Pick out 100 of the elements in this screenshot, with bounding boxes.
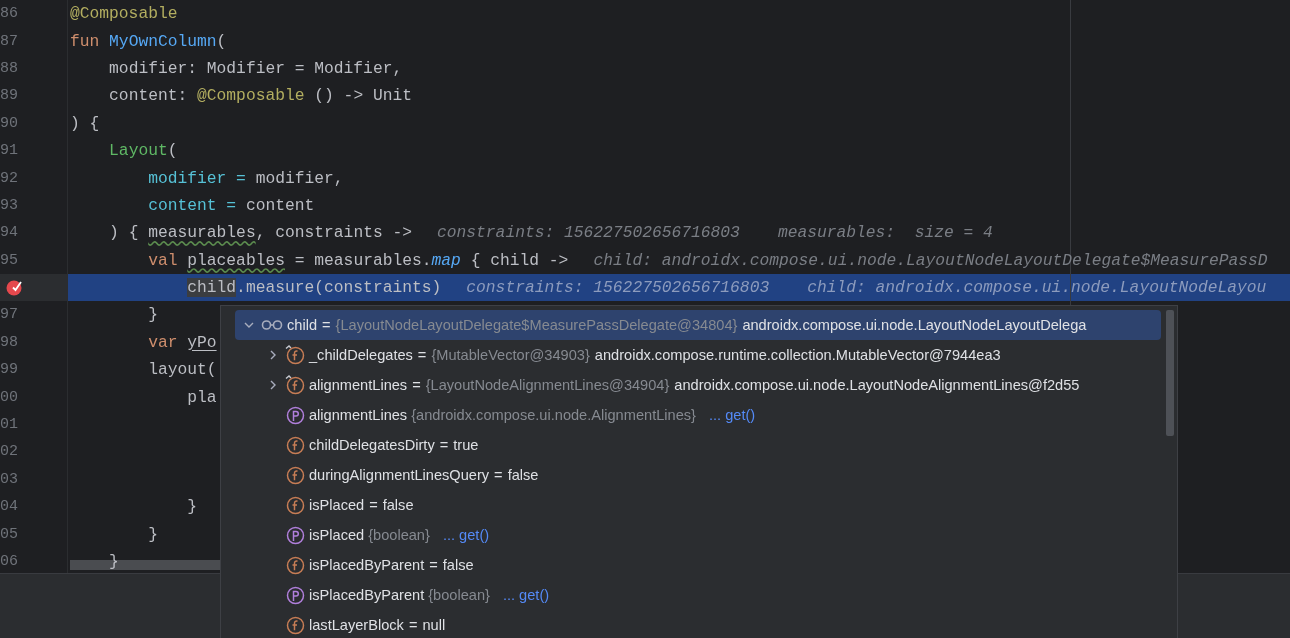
variable-value: null: [422, 617, 446, 633]
variable-name: isPlacedByParent: [309, 557, 425, 573]
line-number: 91: [0, 142, 18, 160]
tree-row[interactable]: duringAlignmentLinesQuery = false: [235, 460, 1161, 490]
code-token: content:: [109, 86, 189, 106]
line-number: 00: [0, 388, 18, 406]
tree-row[interactable]: child = {LayoutNodeLayoutDelegate$MeasurePassDelegate@34804} androidx.compose.ui.node.LayoutNodeLayoutDelega: [235, 310, 1161, 340]
type-label: {LayoutNodeLayoutDelegate$MeasurePassDelegate@34804}: [335, 317, 738, 333]
code-token: modifier =: [148, 168, 246, 188]
code-token: .measure(constraints): [236, 278, 442, 298]
tree-row[interactable]: isPlaced {boolean} ... get(): [235, 520, 1161, 550]
line-number: 87: [0, 32, 18, 50]
equals-sign: =: [494, 467, 503, 483]
code-token: modifier,: [255, 168, 344, 188]
code-token: fun: [70, 31, 101, 51]
code-token: (: [216, 31, 227, 51]
code-token: content: [245, 195, 315, 215]
line-number: 89: [0, 87, 18, 105]
tree-row[interactable]: _childDelegates = {MutableVector@34903} androidx.compose.runtime.collection.MutableVector@7944ea3: [235, 340, 1161, 370]
type-label: {boolean}: [368, 527, 430, 543]
code-token: MyOwnColumn: [109, 31, 217, 51]
variable-name: isPlaced: [309, 497, 365, 513]
variable-value: androidx.compose.ui.node.LayoutNodeLayoutDelega: [742, 317, 1087, 333]
tree-row[interactable]: isPlacedByParent = false: [235, 550, 1161, 580]
code-token: }: [187, 497, 198, 517]
type-label: {LayoutNodeAlignmentLines@34904}: [425, 377, 670, 393]
line-number: 99: [0, 361, 18, 379]
tree-row[interactable]: childDelegatesDirty = true: [235, 430, 1161, 460]
code-token: content =: [148, 195, 237, 215]
code-token: }: [148, 524, 158, 544]
line-number: 06: [0, 553, 18, 570]
tree-row[interactable]: lastLayerBlock = null: [235, 610, 1161, 638]
code-token: = measurables.: [294, 250, 432, 270]
tree-row[interactable]: alignmentLines {androidx.compose.ui.node.AlignmentLines} ... get(): [235, 400, 1161, 430]
code-token: measurables: [148, 223, 256, 243]
inline-value-hint: child: androidx.compose.ui.node.LayoutNodeLayoutDelegate$MeasurePassD: [593, 250, 1268, 270]
equals-sign: =: [369, 497, 378, 513]
type-label: {boolean}: [428, 587, 490, 603]
variable-name: isPlaced: [309, 527, 365, 543]
getter-link[interactable]: ... get(): [502, 587, 550, 603]
line-number: 92: [0, 169, 18, 187]
code-token: var: [148, 332, 179, 352]
equals-sign: =: [439, 437, 449, 453]
variable-name: alignmentLines: [309, 407, 408, 423]
tree-row[interactable]: isPlaced = false: [235, 490, 1161, 520]
code-token: , constraints ->: [255, 223, 412, 243]
variable-value: false: [442, 557, 474, 573]
equals-sign: =: [429, 557, 438, 573]
code-token: () -> Unit: [314, 86, 412, 106]
inline-value-hint: measurables: size = 4: [777, 223, 993, 243]
code-token: modifier: Modifier = Modifier,: [109, 58, 403, 78]
variable-value: false: [382, 497, 414, 513]
code-token: ) {: [109, 223, 140, 243]
line-number: 04: [0, 498, 18, 516]
code-token: child: [187, 278, 237, 298]
inline-value-hint: constraints: 156227502656716803: [466, 278, 770, 298]
variable-name: child: [287, 317, 317, 333]
code-token: pla: [187, 387, 217, 407]
equals-sign: =: [322, 317, 331, 333]
line-number: 88: [0, 59, 18, 77]
line-number: 93: [0, 196, 18, 214]
variable-name: lastLayerBlock: [309, 617, 404, 633]
line-number: 94: [0, 224, 18, 242]
line-number: 95: [0, 251, 18, 269]
equals-sign: =: [417, 347, 427, 363]
inline-value-hint: constraints: 156227502656716803: [437, 223, 740, 243]
line-number: 97: [0, 306, 18, 324]
code-token: @Composable: [70, 4, 178, 24]
variable-name: _childDelegates: [309, 347, 413, 363]
code-token: val: [148, 250, 179, 270]
tree-row[interactable]: isPlacedByParent {boolean} ... get(): [235, 580, 1161, 610]
variable-value: true: [453, 437, 479, 453]
line-number: 02: [0, 443, 18, 461]
code-token: layout(: [148, 360, 217, 380]
line-number: 98: [0, 333, 18, 351]
getter-link[interactable]: ... get(): [708, 407, 756, 423]
line-number: 01: [0, 416, 18, 434]
code-token: yPo: [187, 332, 217, 352]
code-token: { child ->: [470, 250, 569, 270]
glasses-icon: [261, 318, 283, 332]
code-token: map: [431, 250, 461, 270]
variable-name: duringAlignmentLinesQuery: [309, 467, 490, 483]
code-token: }: [109, 552, 119, 571]
variable-name: childDelegatesDirty: [309, 437, 435, 453]
code-token: @Composable: [197, 86, 305, 106]
scrollbar-thumb[interactable]: [1166, 310, 1174, 436]
equals-sign: =: [412, 377, 421, 393]
tree-row[interactable]: alignmentLines = {LayoutNodeAlignmentLines@34904} androidx.compose.ui.node.LayoutNodeAlignmentLines@f2d55: [235, 370, 1161, 400]
variable-value: androidx.compose.ui.node.LayoutNodeAlignmentLines@f2d55: [674, 377, 1080, 393]
code-token: (: [167, 141, 178, 161]
line-number: 90: [0, 114, 18, 132]
code-token: ) {: [70, 113, 100, 133]
variable-name: isPlacedByParent: [309, 587, 425, 603]
code-token: Layout: [109, 141, 168, 161]
type-label: {MutableVector@34903}: [431, 347, 590, 363]
variable-value: false: [507, 467, 539, 483]
code-token: placeables: [187, 250, 285, 270]
getter-link[interactable]: ... get(): [442, 527, 490, 543]
variable-name: alignmentLines: [309, 377, 408, 393]
line-number: 03: [0, 470, 18, 488]
